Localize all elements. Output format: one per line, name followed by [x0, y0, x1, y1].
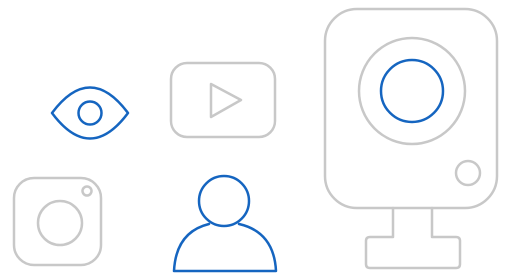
instagram-icon — [12, 176, 103, 267]
security-camera-icon — [323, 7, 499, 270]
video-play-icon — [169, 61, 277, 139]
eye-icon — [50, 86, 130, 140]
icon-illustration — [12, 7, 499, 273]
user-icon — [172, 174, 278, 273]
